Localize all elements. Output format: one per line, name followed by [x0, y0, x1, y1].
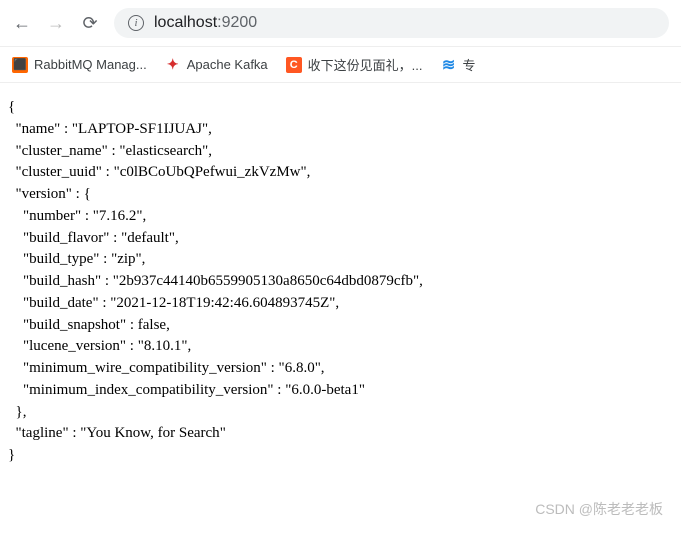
layers-icon: ≋	[441, 57, 457, 73]
url-host: localhost	[154, 14, 217, 31]
url-text: localhost:9200	[154, 14, 257, 32]
bookmark-more[interactable]: ≋ 专	[441, 55, 476, 74]
json-build-flavor: default	[127, 230, 169, 246]
json-name: LAPTOP-SF1IJUAJ	[78, 121, 202, 137]
rabbitmq-icon: ⬛	[12, 57, 28, 73]
bookmark-label: RabbitMQ Manag...	[34, 57, 147, 72]
bookmark-label: 收下这份见面礼，...	[308, 55, 423, 74]
json-lucene-version: 8.10.1	[144, 338, 182, 354]
reload-button[interactable]: ⟳	[80, 13, 100, 34]
json-build-snapshot: false	[138, 317, 166, 333]
url-port: :9200	[217, 14, 257, 31]
json-min-index: 6.0.0-beta1	[291, 382, 358, 398]
forward-button[interactable]: →	[46, 13, 66, 34]
bookmark-rabbitmq[interactable]: ⬛ RabbitMQ Manag...	[12, 57, 147, 73]
json-version-number: 7.16.2	[99, 208, 137, 224]
back-button[interactable]: ←	[12, 13, 32, 34]
bookmark-gift[interactable]: C 收下这份见面礼，...	[286, 55, 423, 74]
json-build-date: 2021-12-18T19:42:46.604893745Z	[116, 295, 329, 311]
json-build-hash: 2b937c44140b6559905130a8650c64dbd0879cfb	[119, 273, 413, 289]
info-icon[interactable]: i	[128, 15, 144, 31]
bookmark-kafka[interactable]: ✦ Apache Kafka	[165, 57, 268, 73]
json-cluster-name: elasticsearch	[126, 143, 203, 159]
json-tagline: You Know, for Search	[86, 425, 219, 441]
json-min-wire: 6.8.0	[285, 360, 315, 376]
address-bar[interactable]: i localhost:9200	[114, 8, 669, 38]
json-build-type: zip	[117, 251, 135, 267]
browser-nav-bar: ← → ⟳ i localhost:9200	[0, 0, 681, 47]
kafka-icon: ✦	[165, 57, 181, 73]
c-icon: C	[286, 57, 302, 73]
bookmark-label: 专	[463, 55, 476, 74]
json-cluster-uuid: c0lBCoUbQPefwui_zkVzMw	[120, 164, 301, 180]
watermark: CSDN @陈老老老板	[535, 499, 663, 519]
bookmarks-bar: ⬛ RabbitMQ Manag... ✦ Apache Kafka C 收下这…	[0, 47, 681, 83]
response-body: { "name" : "LAPTOP-SF1IJUAJ", "cluster_n…	[0, 83, 681, 481]
bookmark-label: Apache Kafka	[187, 57, 268, 72]
